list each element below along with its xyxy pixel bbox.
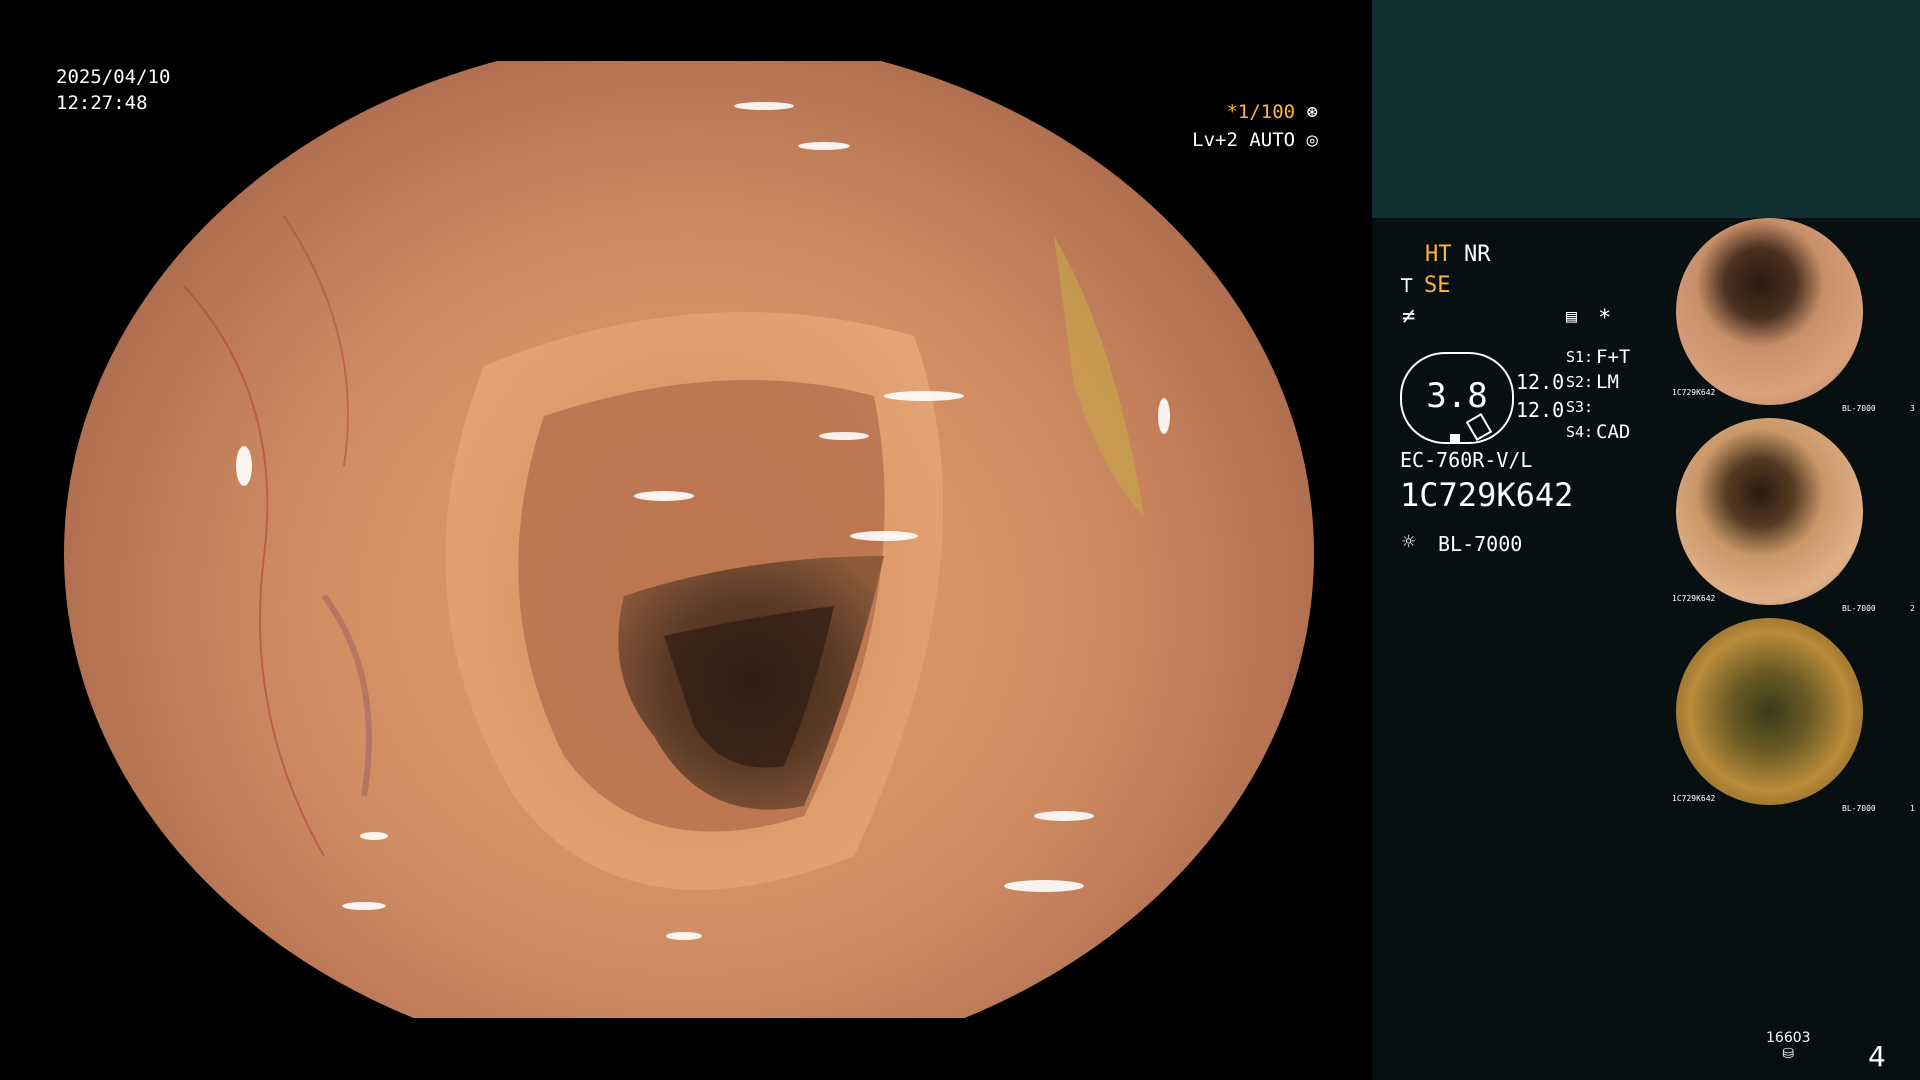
aperture-icon: ⊛ — [1295, 101, 1318, 123]
scope-model: EC-760R-V/L — [1400, 448, 1533, 472]
date: 2025/04/10 — [56, 66, 171, 88]
thumbnail-image — [1676, 218, 1863, 405]
thumbnail-index: 1 — [1910, 804, 1915, 813]
s3-label: S3: — [1566, 398, 1594, 416]
thumbnail-serial: 1C729K642 — [1672, 794, 1716, 803]
se-label: SE — [1424, 273, 1451, 298]
thumbnail-serial: 1C729K642 — [1672, 388, 1716, 397]
iris-icon: ◎ — [1295, 129, 1318, 151]
endoscopy-image — [64, 61, 1314, 1018]
thumbnail-light: BL-7000 — [1842, 404, 1876, 413]
level-value: Lv+2 AUTO — [1192, 129, 1296, 151]
image-count: 16603 ⛁ — [1766, 1030, 1811, 1062]
endoscope-main-view: 2025/04/10 12:27:48 *1/100 ⊛ Lv+2 AUTO ◎ — [0, 0, 1372, 1080]
zoom-indicator: 3.8 — [1400, 352, 1514, 444]
thumbnail-3[interactable]: 1C729K642 BL-7000 3 — [1670, 218, 1920, 413]
time: 12:27:48 — [56, 92, 148, 114]
s4-label: S4: — [1566, 423, 1594, 441]
shutter-value: *1/100 — [1226, 101, 1296, 123]
s2-label: S2: — [1566, 373, 1594, 391]
zoom-marker — [1450, 434, 1460, 442]
thumbnail-serial: 1C729K642 — [1672, 594, 1716, 603]
freeze-icon: ≠ — [1402, 304, 1416, 329]
thumbnail-2[interactable]: 1C729K642 BL-7000 2 — [1670, 418, 1920, 613]
page-number: 4 — [1868, 1040, 1886, 1073]
nr-label: NR — [1464, 242, 1491, 267]
shutter-speed: *1/100 ⊛ — [1226, 99, 1318, 125]
zoom-a-value: 12.0 — [1516, 370, 1565, 394]
ht-label: HT — [1425, 242, 1452, 267]
thumbnail-index: 2 — [1910, 604, 1915, 613]
menu-icon: ▤ — [1566, 306, 1577, 327]
colon-lumen-illustration — [183, 102, 1170, 940]
zoom-value: 3.8 — [1426, 376, 1488, 416]
zoom-b-value: 12.0 — [1516, 398, 1565, 422]
info-panel-top — [1372, 0, 1920, 218]
s2-value: LM — [1596, 371, 1619, 393]
s1-label: S1: — [1566, 348, 1594, 366]
storage-icon: ⛁ — [1782, 1046, 1795, 1062]
thumbnail-image — [1676, 618, 1863, 805]
thumbnail-index: 3 — [1910, 404, 1915, 413]
light-source: BL-7000 — [1438, 532, 1523, 556]
brightness-level: Lv+2 AUTO ◎ — [1192, 127, 1318, 153]
thumbnail-1[interactable]: 1C729K642 BL-7000 1 — [1670, 618, 1920, 813]
image-count-value: 16603 — [1766, 1030, 1811, 1046]
s4-value: CAD — [1596, 421, 1631, 443]
thumbnail-image — [1676, 418, 1863, 605]
thumbnail-light: BL-7000 — [1842, 804, 1876, 813]
zoom-lever-icon — [1465, 412, 1493, 442]
thumbnail-light: BL-7000 — [1842, 604, 1876, 613]
structure-enhance-icon: ⊤ — [1400, 273, 1414, 298]
s1-value: F+T — [1596, 346, 1631, 368]
light-source-icon: ☼ — [1402, 530, 1416, 555]
date-time: 2025/04/10 12:27:48 — [56, 64, 170, 116]
scope-serial: 1C729K642 — [1400, 476, 1574, 514]
star-label: * — [1598, 306, 1612, 331]
